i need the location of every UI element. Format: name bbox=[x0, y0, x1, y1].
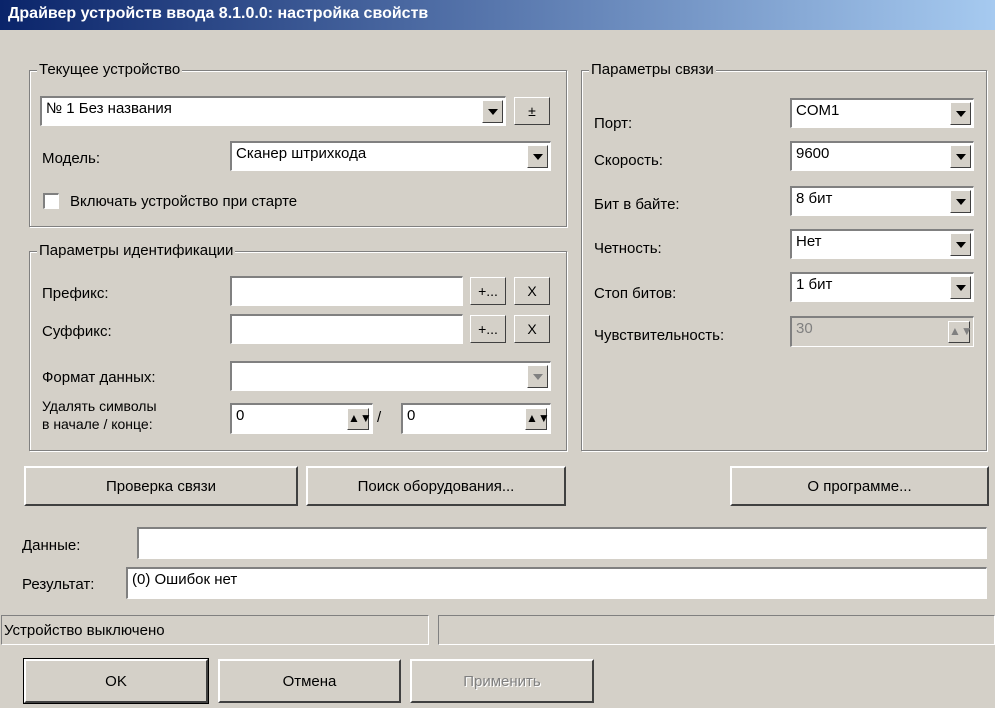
stop-bits-label: Стоп битов: bbox=[594, 285, 677, 302]
data-label: Данные: bbox=[22, 537, 81, 554]
delete-start-spin-icon[interactable]: ▲▼ bbox=[347, 408, 372, 430]
delete-start-input[interactable]: 0 ▲▼ bbox=[230, 403, 373, 434]
speed-value: 9600 bbox=[796, 145, 830, 162]
search-equipment-button[interactable]: Поиск оборудования... bbox=[306, 466, 566, 506]
stop-bits-select[interactable]: 1 бит bbox=[790, 272, 974, 302]
model-select[interactable]: Сканер штрихкода bbox=[230, 141, 551, 171]
result-label: Результат: bbox=[22, 576, 95, 593]
suffix-add-button[interactable]: +... bbox=[470, 315, 506, 343]
device-select-value: № 1 Без названия bbox=[46, 100, 172, 117]
port-value: COM1 bbox=[796, 102, 840, 119]
delete-end-spin-icon[interactable]: ▲▼ bbox=[525, 408, 550, 430]
about-button[interactable]: О программе... bbox=[730, 466, 989, 506]
identification-legend: Параметры идентификации bbox=[37, 242, 236, 259]
suffix-label: Суффикс: bbox=[42, 323, 112, 340]
window-title: Драйвер устройств ввода 8.1.0.0: настрой… bbox=[0, 0, 995, 30]
sensitivity-value: 30 bbox=[796, 320, 813, 337]
sensitivity-label: Чувствительность: bbox=[594, 327, 725, 344]
delete-end-value: 0 bbox=[407, 407, 416, 424]
delete-chars-label-line2: в начале / конце: bbox=[42, 416, 153, 432]
parity-select[interactable]: Нет bbox=[790, 229, 974, 259]
stop-bits-value: 1 бит bbox=[796, 276, 833, 293]
data-field bbox=[137, 527, 987, 559]
enable-on-start-checkbox[interactable] bbox=[43, 193, 59, 209]
sensitivity-input: 30 ▲▼ bbox=[790, 316, 974, 347]
model-select-value: Сканер штрихкода bbox=[236, 145, 367, 162]
prefix-clear-button[interactable]: X bbox=[514, 277, 550, 305]
prefix-input[interactable] bbox=[230, 276, 463, 306]
device-plusminus-button[interactable]: ± bbox=[514, 97, 550, 125]
sensitivity-spin-icon: ▲▼ bbox=[948, 321, 973, 343]
delete-end-input[interactable]: 0 ▲▼ bbox=[401, 403, 551, 434]
delete-slash: / bbox=[377, 409, 382, 426]
bits-dropdown-arrow-icon[interactable] bbox=[950, 190, 971, 213]
device-select[interactable]: № 1 Без названия bbox=[40, 96, 506, 126]
suffix-input[interactable] bbox=[230, 314, 463, 344]
connection-legend: Параметры связи bbox=[589, 61, 716, 78]
prefix-label: Префикс: bbox=[42, 285, 109, 302]
apply-button: Применить bbox=[410, 659, 594, 703]
device-dropdown-arrow-icon[interactable] bbox=[482, 100, 503, 123]
data-format-select bbox=[230, 361, 551, 391]
speed-label: Скорость: bbox=[594, 152, 663, 169]
suffix-clear-button[interactable]: X bbox=[514, 315, 550, 343]
port-select[interactable]: COM1 bbox=[790, 98, 974, 128]
model-label: Модель: bbox=[42, 150, 101, 167]
parity-label: Четность: bbox=[594, 240, 662, 257]
speed-select[interactable]: 9600 bbox=[790, 141, 974, 171]
stop-bits-dropdown-arrow-icon[interactable] bbox=[950, 276, 971, 299]
status-secondary bbox=[438, 615, 995, 645]
data-format-dropdown-arrow-icon bbox=[527, 365, 548, 388]
bits-label: Бит в байте: bbox=[594, 196, 680, 213]
status-text: Устройство выключено bbox=[1, 615, 429, 645]
result-field: (0) Ошибок нет bbox=[126, 567, 987, 599]
delete-chars-label-line1: Удалять символы bbox=[42, 398, 157, 414]
port-label: Порт: bbox=[594, 115, 633, 132]
data-format-label: Формат данных: bbox=[42, 369, 156, 386]
model-dropdown-arrow-icon[interactable] bbox=[527, 145, 548, 168]
current-device-legend: Текущее устройство bbox=[37, 61, 183, 78]
check-connection-button[interactable]: Проверка связи bbox=[24, 466, 298, 506]
parity-dropdown-arrow-icon[interactable] bbox=[950, 233, 971, 256]
cancel-button[interactable]: Отмена bbox=[218, 659, 401, 703]
enable-on-start-label[interactable]: Включать устройство при старте bbox=[70, 193, 297, 210]
port-dropdown-arrow-icon[interactable] bbox=[950, 102, 971, 125]
prefix-add-button[interactable]: +... bbox=[470, 277, 506, 305]
delete-start-value: 0 bbox=[236, 407, 245, 424]
bits-select[interactable]: 8 бит bbox=[790, 186, 974, 216]
ok-button[interactable]: OK bbox=[23, 658, 209, 704]
speed-dropdown-arrow-icon[interactable] bbox=[950, 145, 971, 168]
bits-value: 8 бит bbox=[796, 190, 833, 207]
parity-value: Нет bbox=[796, 233, 822, 250]
